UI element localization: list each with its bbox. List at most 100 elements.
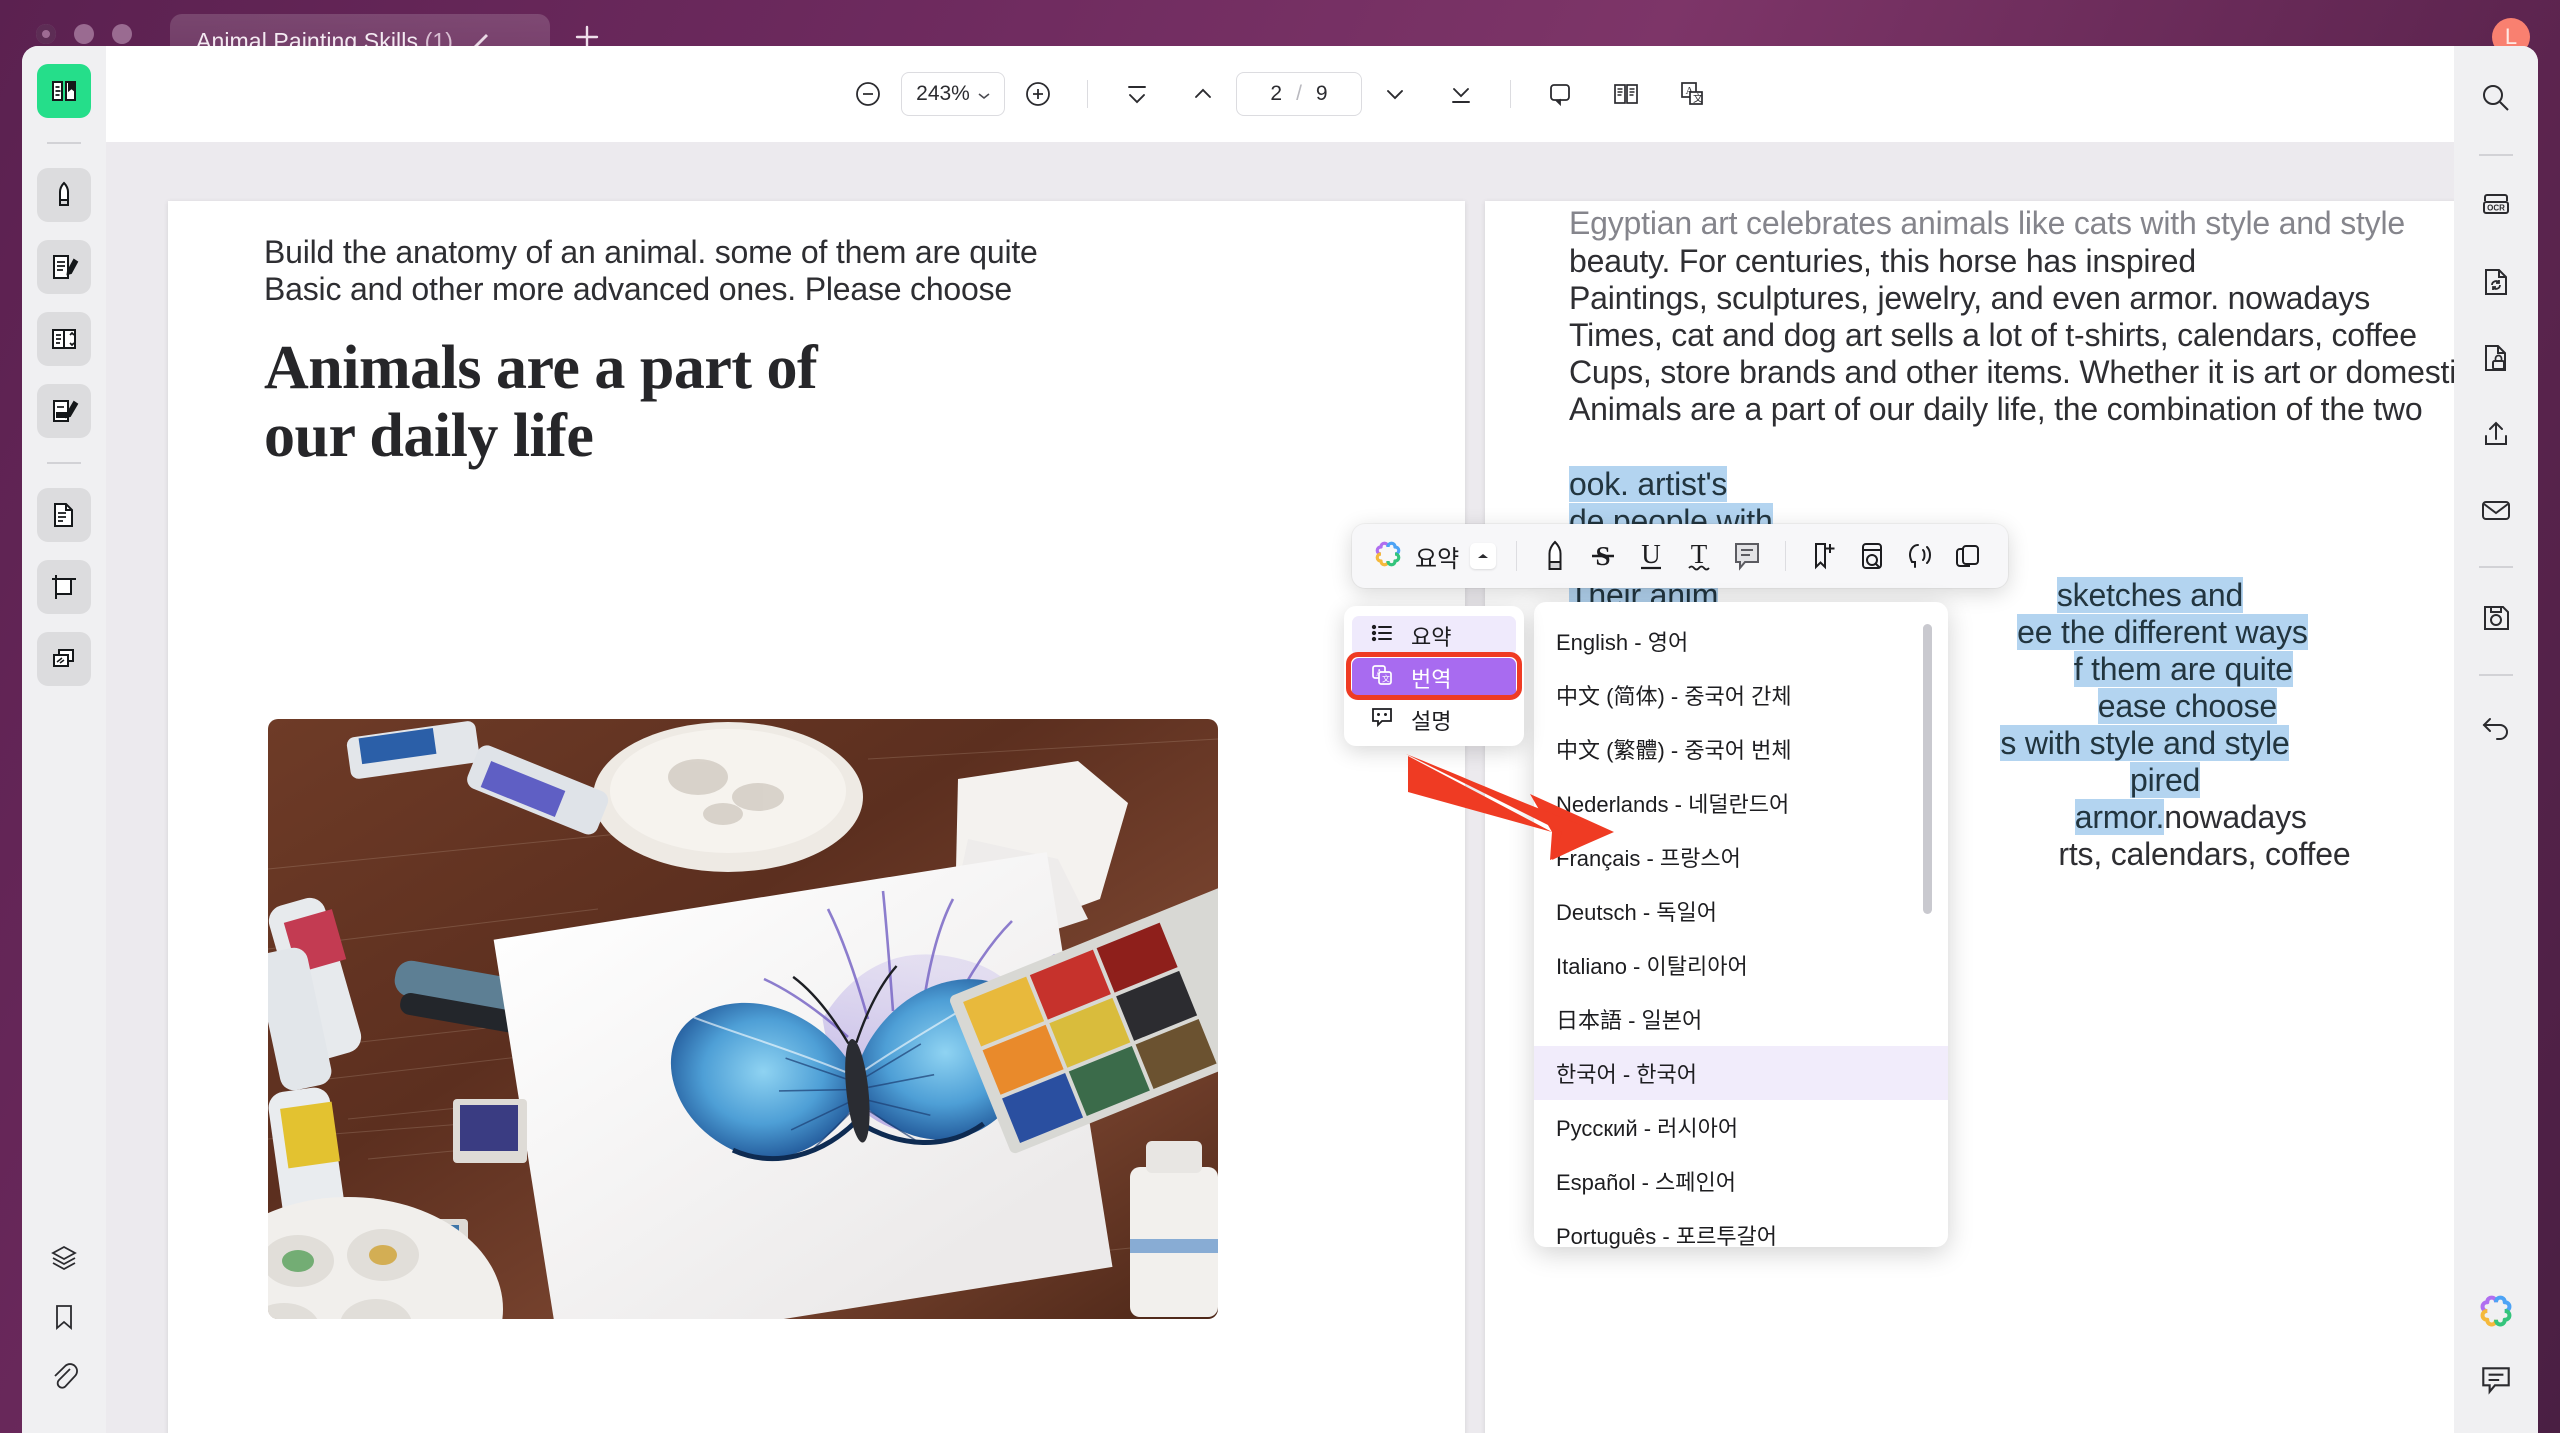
two-page-view-icon[interactable] (1603, 71, 1649, 117)
translate-icon: A 文 (1370, 663, 1394, 693)
float-toolbar-divider-1 (1516, 541, 1518, 571)
share-upload-icon[interactable] (2470, 408, 2522, 460)
document-canvas[interactable]: Build the anatomy of an animal. some of … (106, 142, 2498, 1433)
doc-line: Paintings, sculptures, jewelry, and even… (1569, 280, 2371, 316)
ai-menu-item-explain[interactable]: 설명 (1352, 700, 1516, 740)
protect-lock-icon[interactable] (2470, 332, 2522, 384)
next-page-icon[interactable] (1372, 71, 1418, 117)
bookmark-plus-icon[interactable] (1800, 532, 1848, 580)
minimize-window-button[interactable] (74, 24, 94, 44)
strikethrough-icon[interactable]: S (1579, 532, 1627, 580)
language-option[interactable]: Português - 포르투갈어 (1534, 1208, 1948, 1262)
zoom-level-value: 243% (916, 82, 970, 105)
window-controls[interactable] (36, 24, 132, 44)
ai-menu-item-translate[interactable]: A 文 번역 (1352, 658, 1516, 698)
ai-menu-item-label: 요약 (1411, 625, 1452, 650)
sidebar-item-sign[interactable] (37, 384, 91, 438)
search-icon[interactable] (2470, 72, 2522, 124)
main-panel: 243% 2 / 9 A 文 Build the anatomy of an a… (22, 46, 2538, 1433)
svg-text:U: U (1641, 539, 1661, 569)
close-window-button[interactable] (36, 24, 56, 44)
copy-icon[interactable] (1944, 532, 1992, 580)
ai-menu-item-label: 번역 (1411, 667, 1452, 692)
language-option[interactable]: 日本語 - 일본어 (1534, 992, 1948, 1046)
ai-flower-icon[interactable] (2476, 1291, 2516, 1336)
language-option[interactable]: Русский - 러시아어 (1534, 1100, 1948, 1154)
ai-summary-label: 요약 (1415, 545, 1460, 573)
sidebar-item-crop[interactable] (37, 560, 91, 614)
document-page-left: Build the anatomy of an animal. some of … (168, 201, 1465, 1433)
zoom-out-icon[interactable] (845, 71, 891, 117)
dictionary-search-icon[interactable] (1848, 532, 1896, 580)
page-view-icon[interactable] (1537, 71, 1583, 117)
document-toolbar: 243% 2 / 9 A 文 (106, 46, 2454, 142)
list-summary-icon (1370, 621, 1394, 651)
ai-summary-button[interactable]: 요약 (1368, 534, 1502, 578)
bookmark-icon[interactable] (48, 1301, 80, 1338)
paperclip-icon[interactable] (48, 1360, 80, 1397)
language-list-scrollbar[interactable] (1923, 624, 1932, 914)
right-toolbar-bottom (2454, 1291, 2538, 1403)
language-option[interactable]: English - 영어 (1534, 614, 1948, 668)
selected-text-right: s with style and style (2000, 725, 2290, 761)
sidebar-item-reader-view[interactable] (37, 64, 91, 118)
language-option-selected[interactable]: 한국어 - 한국어 (1534, 1046, 1948, 1100)
language-option[interactable]: Italiano - 이탈리아어 (1534, 938, 1948, 992)
previous-page-icon[interactable] (1180, 71, 1226, 117)
page-number-input[interactable]: 2 / 9 (1236, 72, 1362, 116)
translate-page-icon[interactable]: A 文 (1669, 71, 1715, 117)
selected-text-right: ook. artist's (1569, 466, 1728, 502)
translation-language-menu[interactable]: English - 영어 中文 (简体) - 중국어 간체 中文 (繁體) - … (1534, 602, 1948, 1249)
doc-line: Times, cat and dog art sells a lot of t-… (1569, 317, 2417, 353)
envelope-icon[interactable] (2470, 484, 2522, 536)
layers-icon[interactable] (48, 1242, 80, 1279)
right-rail-divider-3 (2479, 674, 2513, 676)
floppy-save-icon[interactable] (2470, 592, 2522, 644)
language-option[interactable]: 中文 (简体) - 중국어 간체 (1534, 668, 1948, 722)
underline-icon[interactable]: U (1627, 532, 1675, 580)
current-page-value: 2 (1270, 82, 1283, 105)
maximize-window-button[interactable] (112, 24, 132, 44)
highlighter-icon[interactable] (1531, 532, 1579, 580)
convert-file-icon[interactable] (2470, 256, 2522, 308)
zoom-level-select[interactable]: 243% (901, 72, 1005, 116)
text-selection-toolbar: 요약 S U T (1352, 524, 2009, 588)
application-window: Animal Painting Skills (1) L 243% 2 / 9 … (0, 0, 2560, 1433)
doc-line: Egyptian art celebrates animals like cat… (1569, 205, 2405, 241)
sidebar-item-highlight[interactable] (37, 168, 91, 222)
undo-arrow-icon[interactable] (2470, 700, 2522, 752)
squiggly-text-icon[interactable]: T (1675, 532, 1723, 580)
doc-line-right: rts, calendars, coffee (2058, 836, 2351, 872)
sidebar-item-edit-text[interactable] (37, 240, 91, 294)
doc-line: Build the anatomy of an animal. some of … (264, 234, 1038, 270)
ai-flower-icon (1372, 538, 1404, 575)
ai-menu-item-summary[interactable]: 요약 (1352, 616, 1516, 656)
zoom-in-icon[interactable] (1015, 71, 1061, 117)
language-option[interactable]: Español - 스페인어 (1534, 1154, 1948, 1208)
last-page-icon[interactable] (1438, 71, 1484, 117)
ai-menu-item-label: 설명 (1411, 709, 1452, 734)
language-option[interactable]: Deutsch - 독일어 (1534, 884, 1948, 938)
sidebar-item-background[interactable] (37, 632, 91, 686)
float-toolbar-divider-2 (1785, 541, 1787, 571)
selected-text-right: sketches and (2056, 577, 2244, 613)
right-rail-divider-2 (2479, 566, 2513, 568)
doc-selected-line: ook. artist's (1569, 466, 1727, 503)
sidebar-item-organize-pages[interactable] (37, 488, 91, 542)
document-photo (268, 719, 1218, 1319)
first-page-icon[interactable] (1114, 71, 1160, 117)
explain-bubble-icon (1370, 705, 1394, 735)
rail-divider (47, 142, 81, 144)
sidebar-item-form[interactable] (37, 312, 91, 366)
comment-bubble-icon[interactable] (2478, 1362, 2514, 1403)
left-toolbar-bottom (22, 1242, 106, 1397)
caret-up-icon[interactable] (1470, 543, 1497, 569)
sticky-note-icon[interactable] (1723, 532, 1771, 580)
read-aloud-icon[interactable] (1896, 532, 1944, 580)
left-toolbar (22, 46, 106, 1433)
red-pointer-arrow (1402, 736, 1632, 881)
chevron-down-icon (978, 82, 990, 106)
right-toolbar: OCR (2454, 46, 2538, 1433)
ocr-icon[interactable]: OCR (2470, 180, 2522, 232)
toolbar-divider-1 (1087, 80, 1088, 108)
